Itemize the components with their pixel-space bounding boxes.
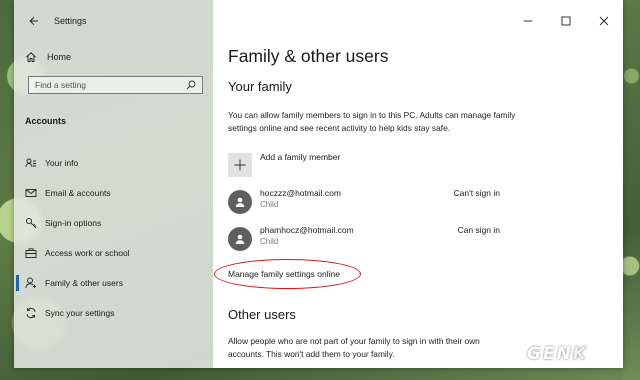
person-icon <box>25 277 37 289</box>
member-info: phamhocz@hotmail.com Child <box>260 225 354 247</box>
other-users-description: Allow people who are not part of your fa… <box>228 336 480 359</box>
watermark-text-k: K <box>572 344 588 364</box>
main-pane: Family & other users Your family You can… <box>213 0 623 368</box>
settings-window: Settings Home Find a setting Accounts Yo… <box>14 0 623 368</box>
back-arrow-icon <box>29 16 38 26</box>
back-button[interactable] <box>24 11 44 31</box>
search-input[interactable]: Find a setting <box>28 76 203 94</box>
search-icon <box>186 80 196 90</box>
key-icon <box>25 217 37 229</box>
genk-watermark-logo: GENK <box>527 344 588 364</box>
plus-icon <box>228 153 252 177</box>
member-role: Child <box>260 200 279 209</box>
sidebar-item-label: Sync your settings <box>45 308 115 318</box>
minimize-button[interactable] <box>509 0 547 42</box>
other-users-heading: Other users <box>228 307 296 322</box>
close-button[interactable] <box>585 0 623 42</box>
sidebar-item-label: Family & other users <box>45 278 123 288</box>
search-placeholder: Find a setting <box>35 80 87 90</box>
window-controls <box>509 0 623 42</box>
section-title: Accounts <box>25 116 67 126</box>
nav-list: Your info Email & accounts Sign-in optio… <box>14 148 213 328</box>
add-family-member-label: Add a family member <box>260 152 341 162</box>
family-member-row[interactable]: hoczzz@hotmail.com Child Can't sign in <box>228 188 603 214</box>
sidebar-item-label: Your info <box>45 158 79 168</box>
avatar-icon <box>228 190 252 214</box>
title-bar: Settings <box>14 0 213 42</box>
your-family-description: You can allow family members to sign in … <box>228 110 516 133</box>
desktop-background: Settings Home Find a setting Accounts Yo… <box>0 0 640 380</box>
member-info: hoczzz@hotmail.com Child <box>260 188 341 210</box>
sidebar-item-label: Sign-in options <box>45 218 102 228</box>
sidebar-item-your-info[interactable]: Your info <box>14 148 213 178</box>
close-icon <box>599 16 609 26</box>
family-member-row[interactable]: phamhocz@hotmail.com Child Can sign in <box>228 225 603 251</box>
content: Family & other users Your family You can… <box>214 44 603 360</box>
nav-home[interactable]: Home <box>14 42 213 72</box>
sidebar-item-label: Email & accounts <box>45 188 111 198</box>
sync-icon <box>25 307 37 319</box>
sidebar: Settings Home Find a setting Accounts Yo… <box>14 0 213 368</box>
watermark-text: GEN <box>527 344 573 364</box>
maximize-button[interactable] <box>547 0 585 42</box>
member-email: phamhocz@hotmail.com <box>260 225 354 235</box>
member-role: Child <box>260 237 279 246</box>
sidebar-item-label: Access work or school <box>45 248 130 258</box>
page-title: Family & other users <box>228 46 389 66</box>
person-card-icon <box>25 157 37 169</box>
manage-family-settings-label: Manage family settings online <box>228 269 340 279</box>
member-email: hoczzz@hotmail.com <box>260 188 341 198</box>
maximize-icon <box>561 16 571 26</box>
window-title: Settings <box>54 16 87 26</box>
nav-home-label: Home <box>47 52 72 62</box>
sidebar-item-email[interactable]: Email & accounts <box>14 178 213 208</box>
your-family-heading: Your family <box>228 79 292 94</box>
sidebar-item-work-school[interactable]: Access work or school <box>14 238 213 268</box>
sidebar-item-sign-in[interactable]: Sign-in options <box>14 208 213 238</box>
member-status: Can't sign in <box>453 188 500 198</box>
desktop-background-strip <box>623 0 640 380</box>
sidebar-item-sync[interactable]: Sync your settings <box>14 298 213 328</box>
member-status: Can sign in <box>457 225 500 235</box>
home-icon <box>24 51 38 63</box>
mail-icon <box>25 187 37 199</box>
sidebar-item-family[interactable]: Family & other users <box>14 268 213 298</box>
avatar-icon <box>228 227 252 251</box>
manage-family-settings-link[interactable]: Manage family settings online <box>214 259 361 289</box>
minimize-icon <box>523 20 533 22</box>
add-family-member-button[interactable]: Add a family member <box>228 150 603 177</box>
briefcase-icon <box>25 247 37 259</box>
